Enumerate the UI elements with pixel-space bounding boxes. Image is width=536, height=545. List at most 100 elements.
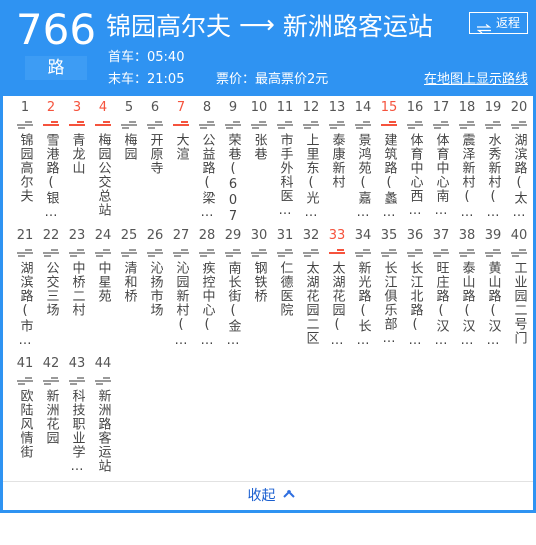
- stop-item[interactable]: 41 欧陆风情街: [13, 356, 37, 484]
- show-on-map-link[interactable]: 在地图上显示路线: [424, 72, 528, 88]
- stop-name: 新光路(长…: [355, 261, 371, 349]
- bus-stop-icon: [406, 247, 424, 260]
- stop-item[interactable]: 13 泰康新村: [325, 100, 349, 228]
- stop-item[interactable]: 6 开原寺: [143, 100, 167, 228]
- route-headline: 锦园高尔夫 ⟶ 新洲路客运站: [106, 10, 433, 44]
- stop-number: 37: [432, 228, 450, 243]
- collapse-bar[interactable]: 收起: [3, 481, 533, 513]
- stop-item[interactable]: 4 梅园公交总站: [91, 100, 115, 228]
- stop-item[interactable]: 28 疾控中心(…: [195, 228, 219, 356]
- stop-item[interactable]: 2 雪港路(银…: [39, 100, 63, 228]
- stop-item[interactable]: 14 景鸿苑(嘉…: [351, 100, 375, 228]
- route-origin: 锦园高尔夫: [106, 12, 232, 41]
- stop-item[interactable]: 3 青龙山: [65, 100, 89, 228]
- transfer-station-icon: [94, 119, 112, 132]
- stop-item[interactable]: 21 湖滨路(市…: [13, 228, 37, 356]
- stop-item[interactable]: 38 泰山路(汉…: [455, 228, 479, 356]
- stop-item[interactable]: 33 太湖花园(…: [325, 228, 349, 356]
- bus-stop-icon: [276, 119, 294, 132]
- stop-item[interactable]: 5 梅园: [117, 100, 141, 228]
- stop-number: 14: [354, 100, 372, 115]
- stop-number: 4: [98, 100, 108, 115]
- stop-item[interactable]: 37 旺庄路(汉…: [429, 228, 453, 356]
- stop-name: 科技职业学…: [69, 389, 85, 475]
- stop-item[interactable]: 11 市手外科医…: [273, 100, 297, 228]
- stop-name: 市手外科医…: [277, 133, 293, 219]
- stop-item[interactable]: 18 震泽新村(…: [455, 100, 479, 228]
- bus-stop-icon: [198, 247, 216, 260]
- stop-item[interactable]: 34 新光路(长…: [351, 228, 375, 356]
- stop-item[interactable]: 1 锦园高尔夫: [13, 100, 37, 228]
- stop-item[interactable]: 32 太湖花园二区: [299, 228, 323, 356]
- stop-item[interactable]: 15 建筑路(蠡…: [377, 100, 401, 228]
- stop-number: 1: [20, 100, 30, 115]
- stop-number: 8: [202, 100, 212, 115]
- bus-stop-icon: [406, 119, 424, 132]
- stop-number: 17: [432, 100, 450, 115]
- stop-name: 太湖花园二区: [303, 261, 319, 345]
- stop-name: 体育中心西…: [407, 133, 423, 219]
- stop-item[interactable]: 44 新洲路客运站: [91, 356, 115, 484]
- stop-item[interactable]: 12 上里东(光…: [299, 100, 323, 228]
- stop-item[interactable]: 25 清和桥: [117, 228, 141, 356]
- bus-stop-icon: [42, 375, 60, 388]
- stop-name: 工业园二号门: [511, 261, 527, 345]
- bus-stop-icon: [458, 119, 476, 132]
- route-destination: 新洲路客运站: [282, 12, 433, 41]
- stop-item[interactable]: 20 湖滨路(太…: [507, 100, 531, 228]
- stop-number: 40: [510, 228, 528, 243]
- stop-item[interactable]: 22 公交三场: [39, 228, 63, 356]
- stop-item[interactable]: 30 钢铁桥: [247, 228, 271, 356]
- stop-item[interactable]: 31 仁德医院: [273, 228, 297, 356]
- stop-item[interactable]: 16 体育中心西…: [403, 100, 427, 228]
- stop-list: 1 锦园高尔夫 2 雪港路(银… 3 青龙山 4 梅园公交总站 5 梅园 6 开原寺 7 大渲 8 公益路(梁…: [0, 96, 536, 513]
- stop-number: 27: [172, 228, 190, 243]
- stop-name: 钢铁桥: [251, 261, 267, 303]
- stop-name: 建筑路(蠡…: [381, 133, 397, 221]
- stop-row: 1 锦园高尔夫 2 雪港路(银… 3 青龙山 4 梅园公交总站 5 梅园 6 开原寺 7 大渲 8 公益路(梁…: [3, 100, 533, 228]
- stop-name: 疾控中心(…: [199, 261, 215, 349]
- stop-name: 新洲路客运站: [95, 389, 111, 473]
- stop-number: 32: [302, 228, 320, 243]
- stop-name: 开原寺: [147, 133, 163, 175]
- stop-item[interactable]: 29 南长街(金…: [221, 228, 245, 356]
- stop-number: 18: [458, 100, 476, 115]
- bus-stop-icon: [224, 119, 242, 132]
- stop-item[interactable]: 39 黄山路(汉…: [481, 228, 505, 356]
- stop-item[interactable]: 24 中星苑: [91, 228, 115, 356]
- stop-item[interactable]: 19 水秀新村(…: [481, 100, 505, 228]
- stop-item[interactable]: 17 体育中心南…: [429, 100, 453, 228]
- transfer-station-icon: [328, 247, 346, 260]
- bus-stop-icon: [328, 119, 346, 132]
- stop-item[interactable]: 42 新洲花园: [39, 356, 63, 484]
- bus-stop-icon: [354, 247, 372, 260]
- stop-item[interactable]: 43 科技职业学…: [65, 356, 89, 484]
- stop-number: 5: [124, 100, 134, 115]
- stop-item[interactable]: 35 长江俱乐部…: [377, 228, 401, 356]
- return-direction-button[interactable]: 返程: [468, 12, 528, 34]
- transfer-station-icon: [380, 119, 398, 132]
- stop-item[interactable]: 26 沁扬市场: [143, 228, 167, 356]
- stop-name: 沁园新村(…: [173, 261, 189, 349]
- stop-number: 43: [68, 356, 86, 371]
- stop-name: 中桥二村: [69, 261, 85, 317]
- stop-item[interactable]: 7 大渲: [169, 100, 193, 228]
- stop-item[interactable]: 8 公益路(梁…: [195, 100, 219, 228]
- stop-item[interactable]: 27 沁园新村(…: [169, 228, 193, 356]
- stop-number: 24: [94, 228, 112, 243]
- stop-number: 44: [94, 356, 112, 371]
- stop-item[interactable]: 36 长江北路(…: [403, 228, 427, 356]
- stop-item[interactable]: 9 荣巷(607所): [221, 100, 245, 228]
- bus-stop-icon: [484, 119, 502, 132]
- stop-number: 3: [72, 100, 82, 115]
- bus-stop-icon: [484, 247, 502, 260]
- stop-name: 荣巷(607所): [225, 133, 241, 225]
- stop-name: 震泽新村(…: [459, 133, 475, 221]
- stop-item[interactable]: 40 工业园二号门: [507, 228, 531, 356]
- stop-item[interactable]: 23 中桥二村: [65, 228, 89, 356]
- stop-number: 20: [510, 100, 528, 115]
- stop-name: 湖滨路(市…: [17, 261, 33, 349]
- stop-name: 清和桥: [121, 261, 137, 303]
- stop-item[interactable]: 10 张巷: [247, 100, 271, 228]
- stop-name: 公交三场: [43, 261, 59, 317]
